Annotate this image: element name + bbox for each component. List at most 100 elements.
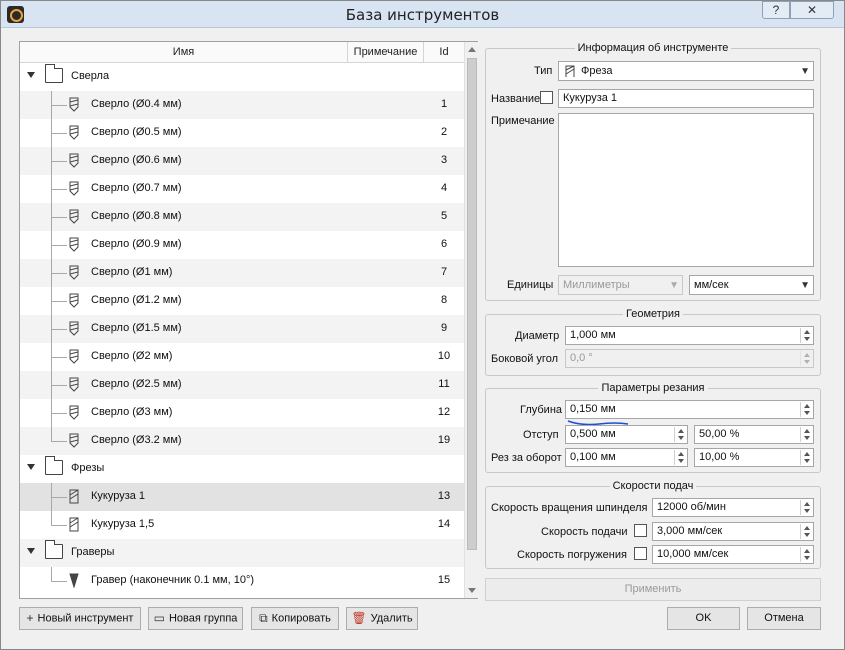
tree-scrollbar[interactable] [464, 42, 478, 598]
tree-item-row[interactable]: Сверло (Ø0.9 мм) 6 [20, 231, 464, 259]
title-bar: База инструментов ? ✕ [1, 1, 844, 28]
tree-group-row[interactable]: Граверы [20, 539, 464, 567]
feed-field[interactable]: 3,000 мм/сек [652, 522, 814, 541]
tree-item-row[interactable]: Сверло (Ø3.2 мм) 19 [20, 427, 464, 455]
depth-field[interactable]: 0,150 мм [565, 400, 814, 419]
per-rev-percent-field[interactable]: 10,00 % [694, 448, 814, 467]
tree-item-label: Сверло (Ø0.8 мм) [91, 210, 182, 222]
tree-item-label: Кукуруза 1,5 [91, 518, 155, 530]
close-button[interactable]: ✕ [790, 1, 834, 19]
tree-item-row[interactable]: Сверло (Ø0.5 мм) 2 [20, 119, 464, 147]
side-angle-field[interactable]: 0,0 ° [565, 349, 814, 368]
chevron-down-icon: ▼ [800, 66, 810, 77]
tree-line [51, 511, 52, 525]
column-header-id[interactable]: Id [424, 42, 464, 63]
feed-checkbox[interactable] [634, 524, 647, 537]
tree-item-id: 4 [440, 182, 448, 194]
tree-item-id: 1 [440, 98, 448, 110]
speed-units-select[interactable]: мм/сек ▼ [689, 275, 814, 295]
new-tool-button[interactable]: + Новый инструмент [19, 607, 141, 630]
tree-group-row[interactable]: Сверла [20, 63, 464, 91]
tree-item-label: Сверло (Ø0.9 мм) [91, 238, 182, 250]
tree-item-row[interactable]: Сверло (Ø2 мм) 10 [20, 343, 464, 371]
tree-item-id: 19 [437, 434, 451, 446]
tree-group-row[interactable]: Фрезы [20, 455, 464, 483]
copy-button[interactable]: ⧉ Копировать [251, 607, 339, 630]
tree-item-label: Сверло (Ø0.7 мм) [91, 182, 182, 194]
name-checkbox[interactable] [540, 91, 553, 104]
tree-line [51, 161, 67, 162]
tree-item-row[interactable]: Сверло (Ø0.6 мм) 3 [20, 147, 464, 175]
plunge-field[interactable]: 10,000 мм/сек [652, 545, 814, 564]
tree-item-row[interactable]: Сверло (Ø1.2 мм) 8 [20, 287, 464, 315]
per-rev-field[interactable]: 0,100 мм [565, 448, 688, 467]
diameter-field[interactable]: 1,000 мм [565, 326, 814, 345]
tree-header: Имя Примечание Id [20, 42, 464, 63]
tree-item-id: 14 [437, 518, 451, 530]
spinner-icon[interactable] [800, 547, 812, 562]
units-value: Миллиметры [563, 279, 630, 291]
tree-item-row[interactable]: Кукуруза 1,5 14 [20, 511, 464, 539]
spinner-icon[interactable] [674, 427, 686, 442]
ok-button[interactable]: OK [667, 607, 740, 630]
plunge-checkbox[interactable] [634, 547, 647, 560]
drill-icon [69, 321, 79, 336]
apply-button[interactable]: Применить [485, 578, 821, 601]
drill-icon [69, 209, 79, 224]
copy-icon: ⧉ [259, 611, 268, 625]
feed-label: Скорость подачи [541, 526, 628, 538]
spindle-field[interactable]: 12000 об/мин [652, 498, 814, 517]
spinner-icon[interactable] [800, 500, 812, 515]
mill-icon [69, 517, 79, 532]
depth-label: Глубина [520, 404, 563, 416]
tree-item-row[interactable]: Сверло (Ø2.5 мм) 11 [20, 371, 464, 399]
tree-item-id: 13 [437, 490, 451, 502]
drill-icon [69, 97, 79, 112]
type-select[interactable]: Фреза ▼ [558, 61, 814, 81]
cancel-button[interactable]: Отмена [747, 607, 821, 630]
tree-item-id: 2 [440, 126, 448, 138]
feeds-title: Скорости подач [609, 480, 697, 492]
spinner-icon[interactable] [800, 402, 812, 417]
spinner-icon[interactable] [674, 450, 686, 465]
drill-icon [69, 349, 79, 364]
tree-item-row[interactable]: Сверло (Ø3 мм) 12 [20, 399, 464, 427]
expand-arrow-icon[interactable] [27, 72, 35, 78]
cutting-title: Параметры резания [598, 382, 708, 394]
tree-item-row[interactable]: Сверло (Ø0.8 мм) 5 [20, 203, 464, 231]
column-header-name[interactable]: Имя [20, 42, 348, 63]
tree-item-row[interactable]: Кукуруза 1 13 [20, 483, 464, 511]
tree-item-label: Сверло (Ø3.2 мм) [91, 434, 182, 446]
expand-arrow-icon[interactable] [27, 464, 35, 470]
tree-item-id: 8 [440, 294, 448, 306]
note-textarea[interactable] [558, 113, 814, 267]
spinner-icon[interactable] [800, 524, 812, 539]
new-group-button[interactable]: ▭ Новая группа [148, 607, 243, 630]
delete-button[interactable]: 🗑 Удалить [346, 607, 418, 630]
spinner-icon[interactable] [800, 328, 812, 343]
expand-arrow-icon[interactable] [27, 548, 35, 554]
column-header-note[interactable]: Примечание [348, 42, 424, 63]
scroll-down-icon[interactable] [468, 588, 476, 593]
tree-line [51, 525, 67, 526]
drill-icon [69, 125, 79, 140]
units-select[interactable]: Миллиметры ▼ [558, 275, 683, 295]
scrollbar-thumb[interactable] [467, 58, 477, 550]
tree-item-id: 10 [437, 350, 451, 362]
speed-units-value: мм/сек [694, 279, 729, 291]
tree-item-row[interactable]: Сверло (Ø0.7 мм) 4 [20, 175, 464, 203]
tree-item-row[interactable]: Гравер (наконечник 0.1 мм, 10°) 15 [20, 567, 464, 595]
tree-item-row[interactable]: Сверло (Ø1.5 мм) 9 [20, 315, 464, 343]
spinner-icon[interactable] [800, 450, 812, 465]
spinner-icon[interactable] [800, 427, 812, 442]
tree-item-row[interactable]: Сверло (Ø0.4 мм) 1 [20, 91, 464, 119]
tree-item-row[interactable]: Сверло (Ø1 мм) 7 [20, 259, 464, 287]
help-button[interactable]: ? [762, 1, 790, 19]
scroll-up-icon[interactable] [468, 47, 476, 52]
spindle-label: Скорость вращения шпинделя [491, 502, 648, 514]
tool-tree[interactable]: Имя Примечание Id Сверла Сверло (Ø0.4 мм)… [19, 41, 478, 599]
offset-percent-field[interactable]: 50,00 % [694, 425, 814, 444]
name-field[interactable]: Кукуруза 1 [558, 89, 814, 108]
offset-field[interactable]: 0,500 мм [565, 425, 688, 444]
tree-line [51, 427, 52, 441]
